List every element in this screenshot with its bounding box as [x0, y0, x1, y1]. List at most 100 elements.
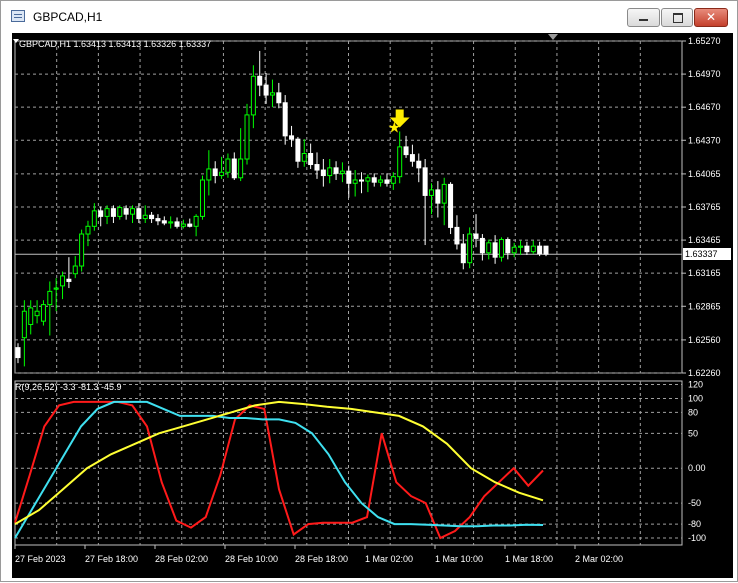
time-axis-label: 28 Feb 10:00	[225, 554, 278, 564]
title-bar[interactable]: GBPCAD,H1 ✕	[1, 1, 737, 33]
candle-body	[448, 183, 454, 228]
indicator-line-0	[14, 400, 544, 540]
minimize-button[interactable]	[627, 8, 660, 27]
indicator-tick-label: 100	[688, 393, 703, 403]
candle-body	[365, 177, 371, 182]
candle-body	[435, 189, 441, 204]
candle-body	[117, 207, 123, 217]
indicator-tick-label: 50	[688, 428, 698, 438]
candle-body	[168, 221, 174, 224]
chart-header: GBPCAD,H1 1.63413 1.63413 1.63326 1.6333…	[19, 39, 211, 49]
candle-body	[212, 168, 218, 177]
candle-body	[295, 138, 301, 162]
candle-body	[314, 164, 320, 171]
candle-body	[289, 135, 295, 140]
candle-body	[193, 215, 199, 227]
candle-body	[155, 218, 161, 222]
candle-body	[397, 146, 403, 178]
price-tick-label: 1.63765	[688, 202, 721, 212]
maximize-icon	[673, 13, 683, 23]
indicator-tick-label: 120	[688, 379, 703, 389]
candle-body	[320, 169, 326, 177]
candle-body	[530, 245, 536, 253]
candle-body	[98, 210, 104, 217]
shift-marker-icon[interactable]	[548, 34, 558, 40]
candle-body	[352, 179, 358, 184]
candle-body	[505, 239, 511, 254]
time-axis-label: 1 Mar 02:00	[365, 554, 413, 564]
candle-body	[130, 208, 136, 215]
candle-body	[180, 223, 186, 227]
candle-body	[537, 245, 543, 255]
candle-body	[441, 183, 447, 204]
candle-body	[308, 153, 314, 166]
price-tick-label: 1.65270	[688, 36, 721, 46]
candle-body	[142, 214, 148, 220]
price-tick-label: 1.64370	[688, 135, 721, 145]
candle-body	[473, 233, 479, 239]
candle-body	[518, 245, 524, 248]
indicator-line-1	[14, 400, 544, 539]
candle-body	[479, 237, 485, 254]
time-axis-label: 2 Mar 02:00	[575, 554, 623, 564]
candle-body	[269, 92, 275, 96]
time-axis-label: 28 Feb 02:00	[155, 554, 208, 564]
candle-body	[282, 102, 288, 137]
candle-body	[359, 179, 365, 182]
candle-body	[40, 304, 46, 322]
candle-body	[428, 189, 434, 196]
candle-body	[492, 242, 498, 258]
candle-body	[390, 176, 396, 184]
candle-body	[460, 243, 466, 264]
maximize-button[interactable]	[661, 8, 693, 27]
candle-body	[53, 287, 59, 290]
candle-body	[47, 290, 53, 306]
time-axis-label: 28 Feb 18:00	[295, 554, 348, 564]
time-axis-label: 27 Feb 18:00	[85, 554, 138, 564]
candle-body	[187, 223, 193, 227]
chart-area[interactable]: 1.65270 1.64970 1.64670 1.64370 1.64065 1.637…	[12, 33, 733, 578]
price-chart-svg[interactable]: 1.65270 1.64970 1.64670 1.64370 1.64065 1.637…	[12, 33, 733, 578]
candle-body	[327, 167, 333, 177]
candle-body	[346, 170, 352, 184]
close-button[interactable]: ✕	[694, 8, 728, 27]
candle-body	[149, 214, 155, 220]
candle-body	[206, 168, 212, 181]
time-axis-label: 27 Feb 2023	[15, 554, 66, 564]
price-tick-label: 1.64970	[688, 69, 721, 79]
candle-body	[79, 233, 85, 267]
candle-body	[174, 221, 180, 227]
price-tick-label: 1.62260	[688, 368, 721, 378]
candle-body	[467, 233, 473, 264]
candle-body	[403, 146, 409, 156]
price-tick-label: 1.63465	[688, 235, 721, 245]
candle-body	[524, 245, 530, 253]
candle-body	[66, 278, 72, 282]
price-tick-label: 1.64065	[688, 169, 721, 179]
candle-body	[28, 307, 34, 325]
price-tick-label: 1.64670	[688, 102, 721, 112]
candle-body	[263, 84, 269, 96]
price-tick-label: 1.63165	[688, 268, 721, 278]
candle-body	[276, 92, 282, 104]
price-tick-label: 1.62865	[688, 301, 721, 311]
candle-body	[199, 179, 205, 217]
candle-body	[161, 220, 167, 224]
candle-body	[422, 167, 428, 196]
candle-body	[371, 177, 377, 183]
candle-body	[333, 167, 339, 174]
window-title: GBPCAD,H1	[33, 10, 103, 24]
current-price-tag: 1.63337	[683, 248, 731, 261]
candle-body	[123, 208, 129, 215]
candle-body	[231, 158, 237, 179]
candle-body	[301, 153, 307, 162]
candle-body	[60, 275, 66, 287]
minimize-icon	[639, 19, 648, 21]
price-tick-label: 1.62560	[688, 335, 721, 345]
candle-body	[511, 246, 517, 254]
chart-window: GBPCAD,H1 ✕ 1.65270 1.64970 1.64670 1.64370…	[0, 0, 738, 582]
candle-body	[257, 75, 263, 86]
candle-body	[21, 310, 27, 339]
candle-body	[110, 208, 116, 217]
indicator-tick-label: 0.00	[688, 463, 706, 473]
